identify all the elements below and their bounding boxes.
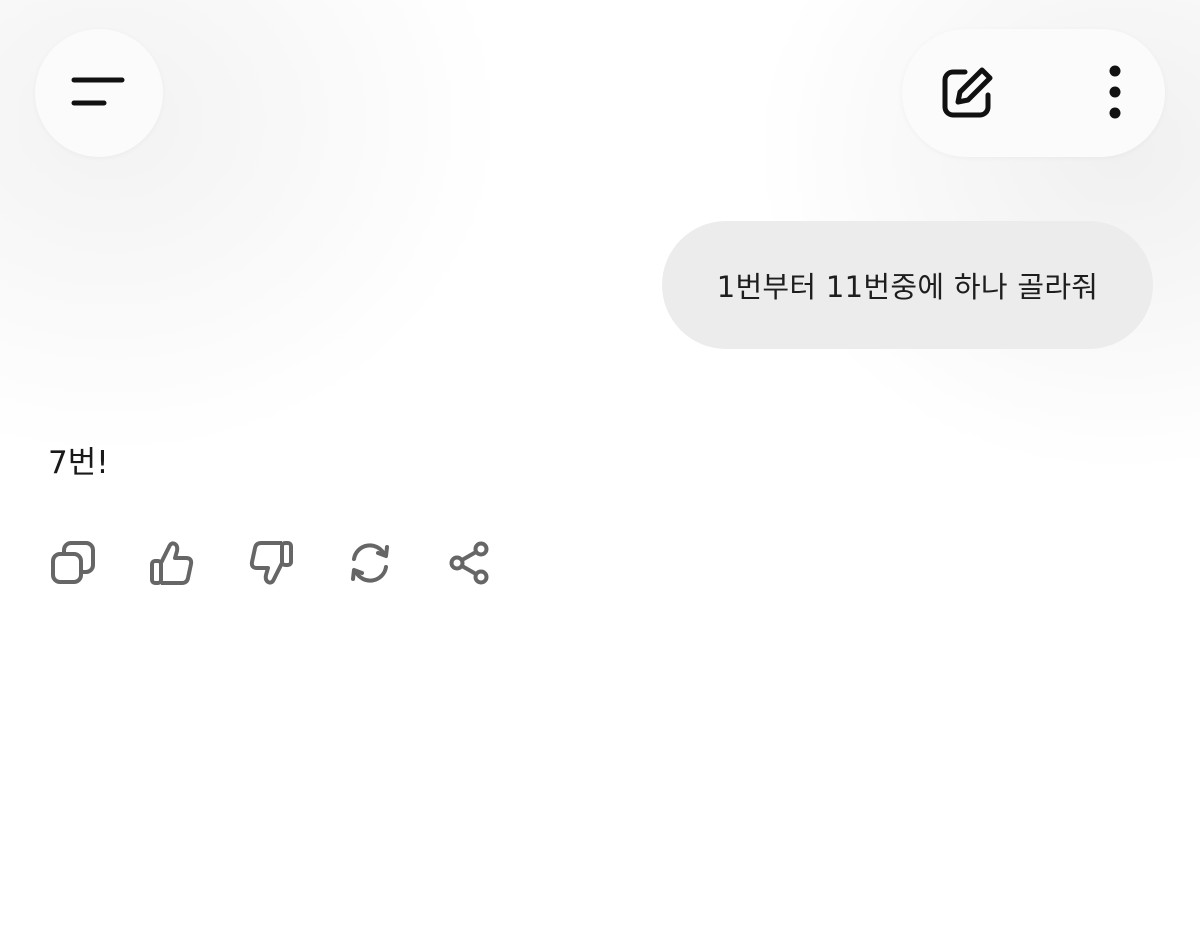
more-options-button[interactable] — [1105, 65, 1125, 121]
share-icon — [447, 540, 491, 586]
new-chat-button[interactable] — [938, 64, 996, 122]
menu-lines-icon — [71, 76, 127, 110]
assistant-message-text: 7번! — [48, 445, 109, 481]
message-actions — [48, 538, 494, 588]
top-actions-bar — [902, 29, 1165, 157]
copy-button[interactable] — [48, 538, 98, 588]
thumbs-up-icon — [149, 539, 195, 587]
user-message-bubble: 1번부터 11번중에 하나 골라줘 — [662, 221, 1153, 349]
user-message-text: 1번부터 11번중에 하나 골라줘 — [716, 270, 1099, 304]
dislike-button[interactable] — [246, 538, 296, 588]
menu-button[interactable] — [35, 29, 163, 157]
thumbs-down-icon — [248, 539, 294, 587]
edit-pencil-icon — [938, 64, 996, 122]
copy-icon — [49, 539, 97, 587]
refresh-icon — [345, 539, 395, 587]
regenerate-button[interactable] — [345, 538, 395, 588]
share-button[interactable] — [444, 538, 494, 588]
like-button[interactable] — [147, 538, 197, 588]
more-vertical-icon — [1105, 65, 1125, 121]
